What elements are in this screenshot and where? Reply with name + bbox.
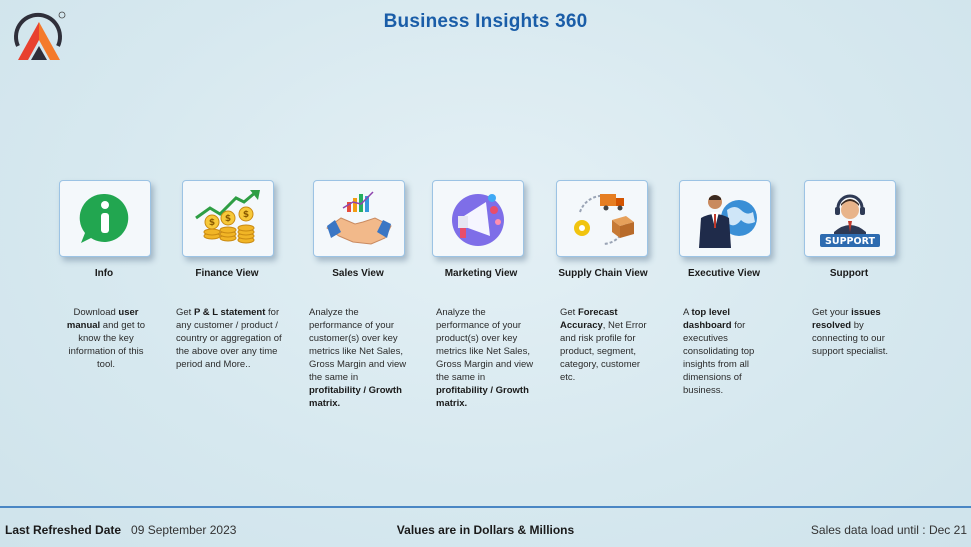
tile-label-finance: Finance View xyxy=(195,268,259,279)
marketing-view-tile-button[interactable] xyxy=(432,180,524,257)
tile-label-executive: Executive View xyxy=(687,268,761,279)
desc-text: Download xyxy=(73,307,119,318)
support-badge-text: SUPPORT xyxy=(825,236,875,247)
support-tile-button[interactable]: SUPPORT xyxy=(804,180,896,257)
page-title: Business Insights 360 xyxy=(383,11,588,32)
last-refreshed: Last Refreshed Date 09 September 2023 xyxy=(5,523,236,537)
desc-highlight: P & L statement xyxy=(193,307,266,318)
handshake-icon xyxy=(326,190,392,245)
sales-view-tile-button[interactable] xyxy=(313,180,405,257)
desc-highlight: top level dashboard xyxy=(683,307,732,331)
tile-label-marketing: Marketing View xyxy=(444,268,518,279)
tile-label-sales: Sales View xyxy=(332,268,384,279)
last-refreshed-label: Last Refreshed Date xyxy=(5,523,122,537)
desc-text: Analyze the performance of your customer… xyxy=(309,307,407,383)
svg-text:$: $ xyxy=(243,210,249,220)
sales-data-load: Sales data load until : Dec 21 xyxy=(810,523,967,537)
desc-text: Analyze the performance of your product(… xyxy=(436,307,534,383)
info-icon xyxy=(79,193,129,243)
finance-view-tile-button[interactable]: $ $ $ xyxy=(182,180,274,257)
supply-chain-view-tile-button[interactable] xyxy=(556,180,648,257)
desc-highlight: profitability / Growth matrix. xyxy=(436,385,529,409)
tile-desc-supply-chain: Get Forecast Accuracy, Net Error and ris… xyxy=(560,306,656,384)
svg-text:$: $ xyxy=(225,214,231,224)
desc-text: Get xyxy=(176,307,194,318)
finance-growth-icon: $ $ $ xyxy=(195,189,260,243)
executive-view-tile-button[interactable] xyxy=(679,180,771,257)
tile-label-info: Info xyxy=(94,268,114,279)
tile-label-supply-chain: Supply Chain View xyxy=(558,268,648,279)
supply-chain-icon xyxy=(574,193,634,245)
desc-text: Get your xyxy=(812,307,852,318)
tile-desc-marketing: Analyze the performance of your product(… xyxy=(436,306,536,410)
support-agent-icon: SUPPORT xyxy=(820,194,880,247)
tile-desc-support: Get your issues resolved by connecting t… xyxy=(812,306,904,358)
desc-text: Get xyxy=(560,307,578,318)
last-refreshed-value: 09 September 2023 xyxy=(131,523,237,537)
footer-divider xyxy=(0,506,971,508)
tile-desc-info: Download user manual and get to know the… xyxy=(60,306,152,371)
info-tile-button[interactable] xyxy=(59,180,151,257)
tile-desc-sales: Analyze the performance of your customer… xyxy=(309,306,407,410)
tile-desc-finance: Get P & L statement for any customer / p… xyxy=(176,306,284,371)
desc-text: for executives consolidating top insight… xyxy=(683,320,755,396)
desc-highlight: profitability / Growth matrix. xyxy=(309,385,402,409)
tile-label-support: Support xyxy=(829,268,869,279)
tile-desc-executive: A top level dashboard for executives con… xyxy=(683,306,779,397)
svg-text:$: $ xyxy=(209,218,215,228)
executive-globe-icon xyxy=(699,194,757,248)
megaphone-icon xyxy=(452,193,504,246)
